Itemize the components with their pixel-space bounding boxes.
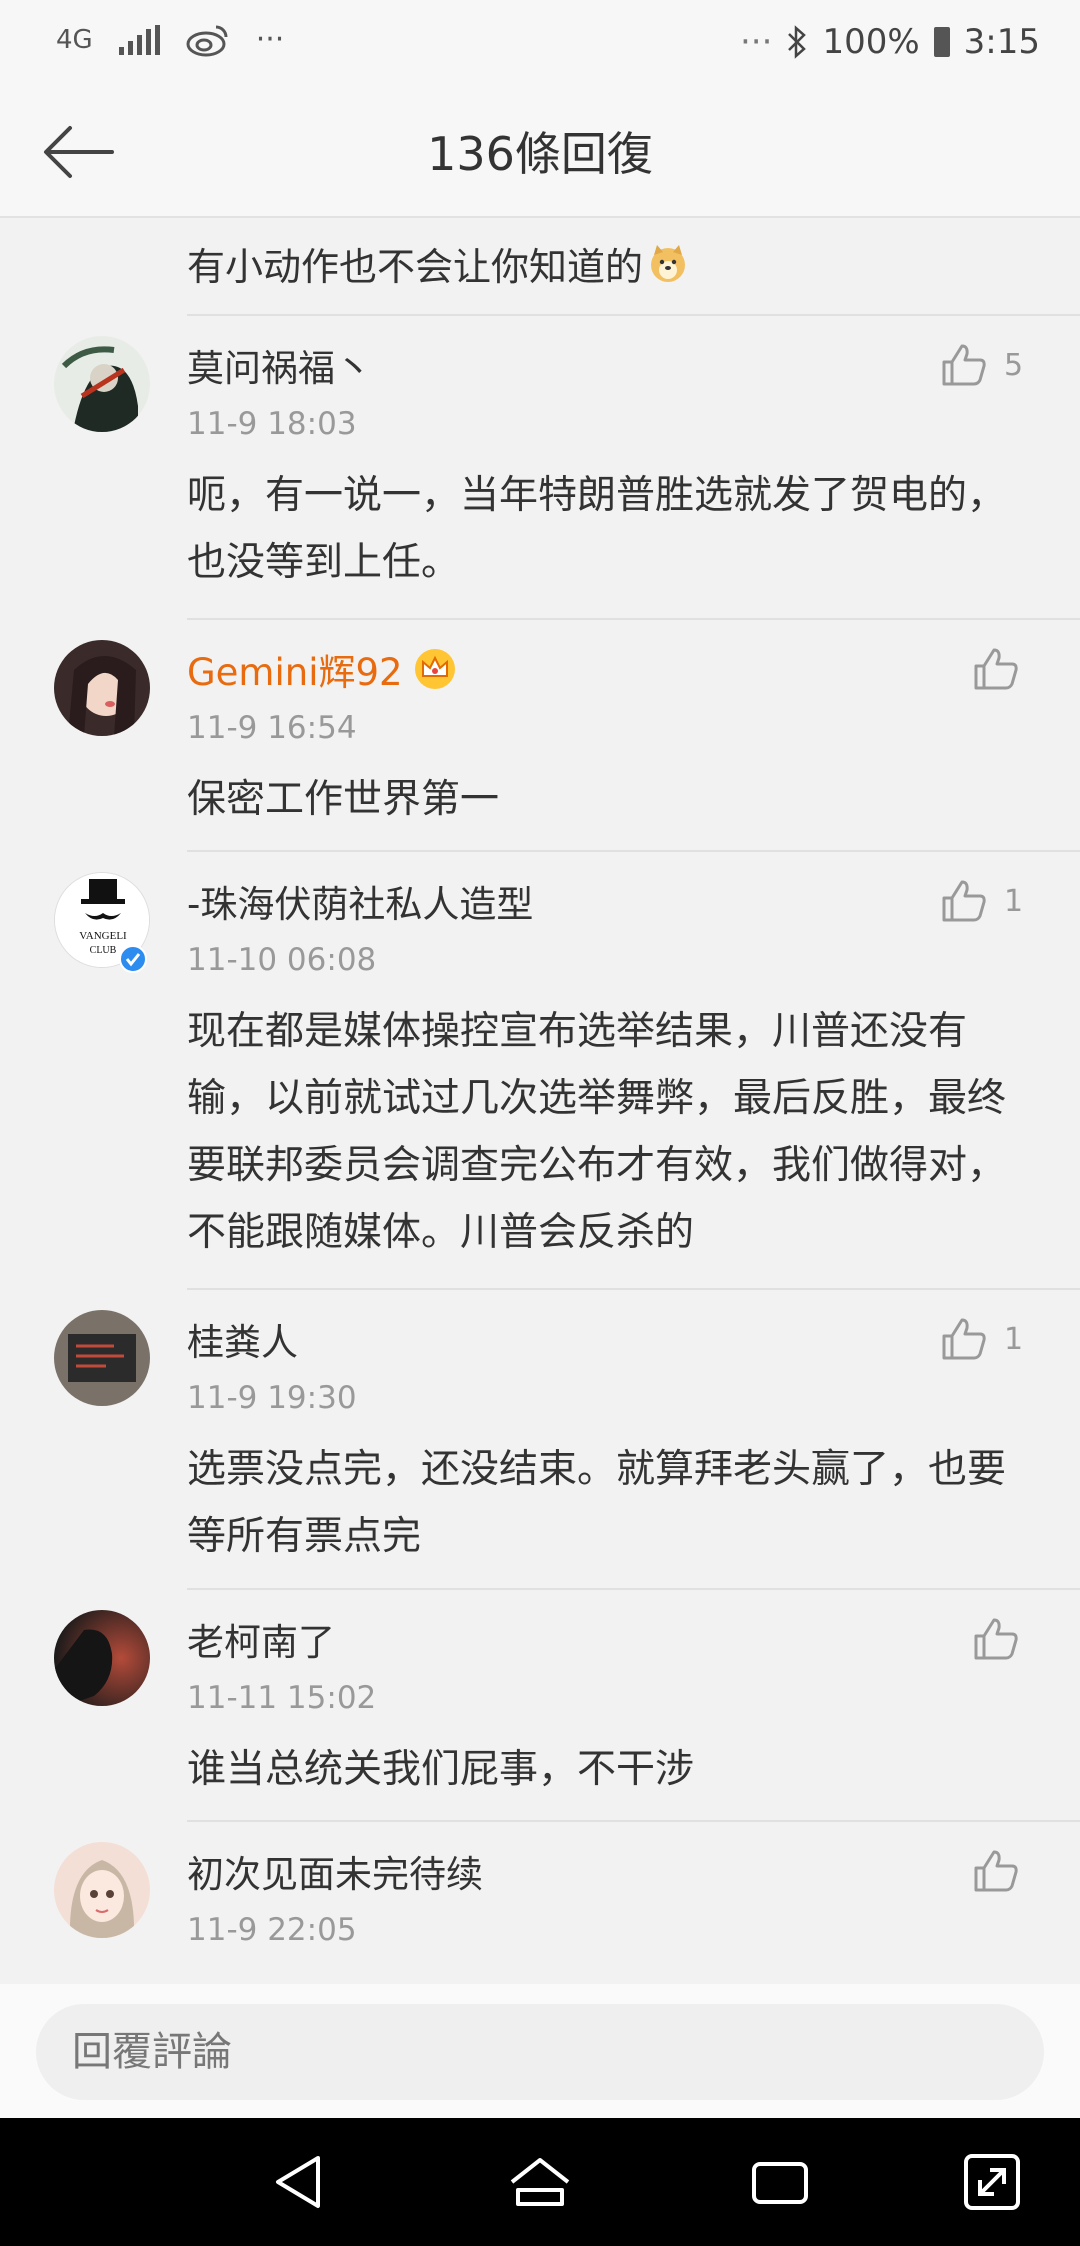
username[interactable]: -珠海伏荫社私人造型 [187, 874, 533, 928]
doge-emoji-icon [651, 244, 686, 282]
avatar[interactable] [54, 1610, 150, 1706]
nav-home-button[interactable] [504, 2146, 576, 2218]
header: 136條回復 [0, 88, 1080, 218]
page-title: 136條回復 [427, 127, 653, 181]
battery-percent: 100% [822, 22, 920, 62]
like-button[interactable]: 5 [940, 342, 1023, 388]
avatar[interactable] [54, 640, 150, 736]
weibo-icon [186, 25, 228, 56]
divider [187, 1288, 1080, 1290]
network-indicator: 4G [56, 24, 93, 55]
nav-back-button[interactable] [264, 2146, 336, 2218]
thumbs-up-icon [942, 880, 986, 922]
more-notifications: ··· [255, 22, 285, 57]
divider [187, 1588, 1080, 1590]
divider [187, 1820, 1080, 1822]
comment-text: 现在都是媒体操控宣布选举结果，川普还没有输，以前就试过几次选举舞弊，最后反胜，最… [187, 1009, 1007, 1255]
timestamp: 11-10 06:08 [187, 942, 377, 978]
divider [187, 618, 1080, 620]
username-text: Gemini辉92 [187, 651, 403, 694]
system-nav-bar [0, 2118, 1080, 2246]
verified-badge-icon [119, 945, 147, 973]
nav-expand-button[interactable] [956, 2146, 1028, 2218]
thumbs-up-icon [942, 1318, 986, 1360]
status-bar: 4G ··· ··· 100% 3:15 [0, 0, 1080, 88]
avatar[interactable] [54, 1842, 150, 1938]
timestamp: 11-9 22:05 [187, 1912, 357, 1948]
svg-text:VANGELI: VANGELI [79, 930, 127, 942]
home-icon [510, 2158, 570, 2206]
divider [187, 314, 1080, 316]
more-status: ··· [740, 22, 773, 62]
thumbs-up-icon [974, 648, 1018, 690]
like-button[interactable] [972, 646, 1020, 692]
like-button[interactable] [972, 1848, 1020, 1894]
like-count: 1 [1004, 883, 1024, 919]
reply-input[interactable]: 回覆評論 [36, 2004, 1044, 2100]
crown-badge-icon [414, 649, 455, 689]
nav-recents-button[interactable] [744, 2146, 816, 2218]
recents-icon [752, 2162, 808, 2204]
like-button[interactable]: 1 [940, 1316, 1023, 1362]
battery-icon [933, 27, 950, 57]
thumbs-up-icon [974, 1618, 1018, 1660]
reply-bar: 回覆評論 [0, 1984, 1080, 2118]
thumbs-up-icon [942, 344, 986, 386]
username[interactable]: Gemini辉92 [187, 642, 457, 696]
partial-comment: 有小动作也不会让你知道的 [187, 236, 689, 291]
timestamp: 11-9 16:54 [187, 710, 357, 746]
partial-comment-text: 有小动作也不会让你知道的 [187, 245, 644, 289]
username[interactable]: 莫问祸福丶 [187, 338, 372, 392]
username[interactable]: 初次见面未完待续 [187, 1844, 483, 1898]
comment-list[interactable]: 有小动作也不会让你知道的 莫问祸福丶 11-9 18:03 5 呃，有一说一，当… [0, 218, 1080, 1984]
bluetooth-icon [788, 25, 807, 59]
like-count: 1 [1004, 1321, 1024, 1357]
divider [187, 850, 1080, 852]
triangle-back-icon [276, 2156, 320, 2208]
username[interactable]: 桂粪人 [187, 1312, 298, 1366]
username[interactable]: 老柯南了 [187, 1612, 335, 1666]
like-button[interactable]: 1 [940, 878, 1023, 924]
avatar[interactable] [54, 1310, 150, 1406]
comment-text: 谁当总统关我们屁事，不干涉 [187, 1747, 695, 1792]
svg-text:CLUB: CLUB [90, 945, 117, 956]
comment-text: 保密工作世界第一 [187, 777, 500, 822]
comment-text: 选票没点完，还没结束。就算拜老头赢了，也要等所有票点完 [187, 1447, 1007, 1559]
thumbs-up-icon [974, 1850, 1018, 1892]
like-button[interactable] [972, 1616, 1020, 1662]
timestamp: 11-11 15:02 [187, 1680, 377, 1716]
timestamp: 11-9 18:03 [187, 406, 357, 442]
avatar[interactable] [54, 336, 150, 432]
expand-icon [964, 2154, 1020, 2210]
timestamp: 11-9 19:30 [187, 1380, 357, 1416]
signal-icon [118, 24, 160, 55]
like-count: 5 [1004, 347, 1024, 383]
comment-text: 呃，有一说一，当年特朗普胜选就发了贺电的，也没等到上任。 [187, 473, 1007, 585]
clock: 3:15 [963, 22, 1040, 62]
